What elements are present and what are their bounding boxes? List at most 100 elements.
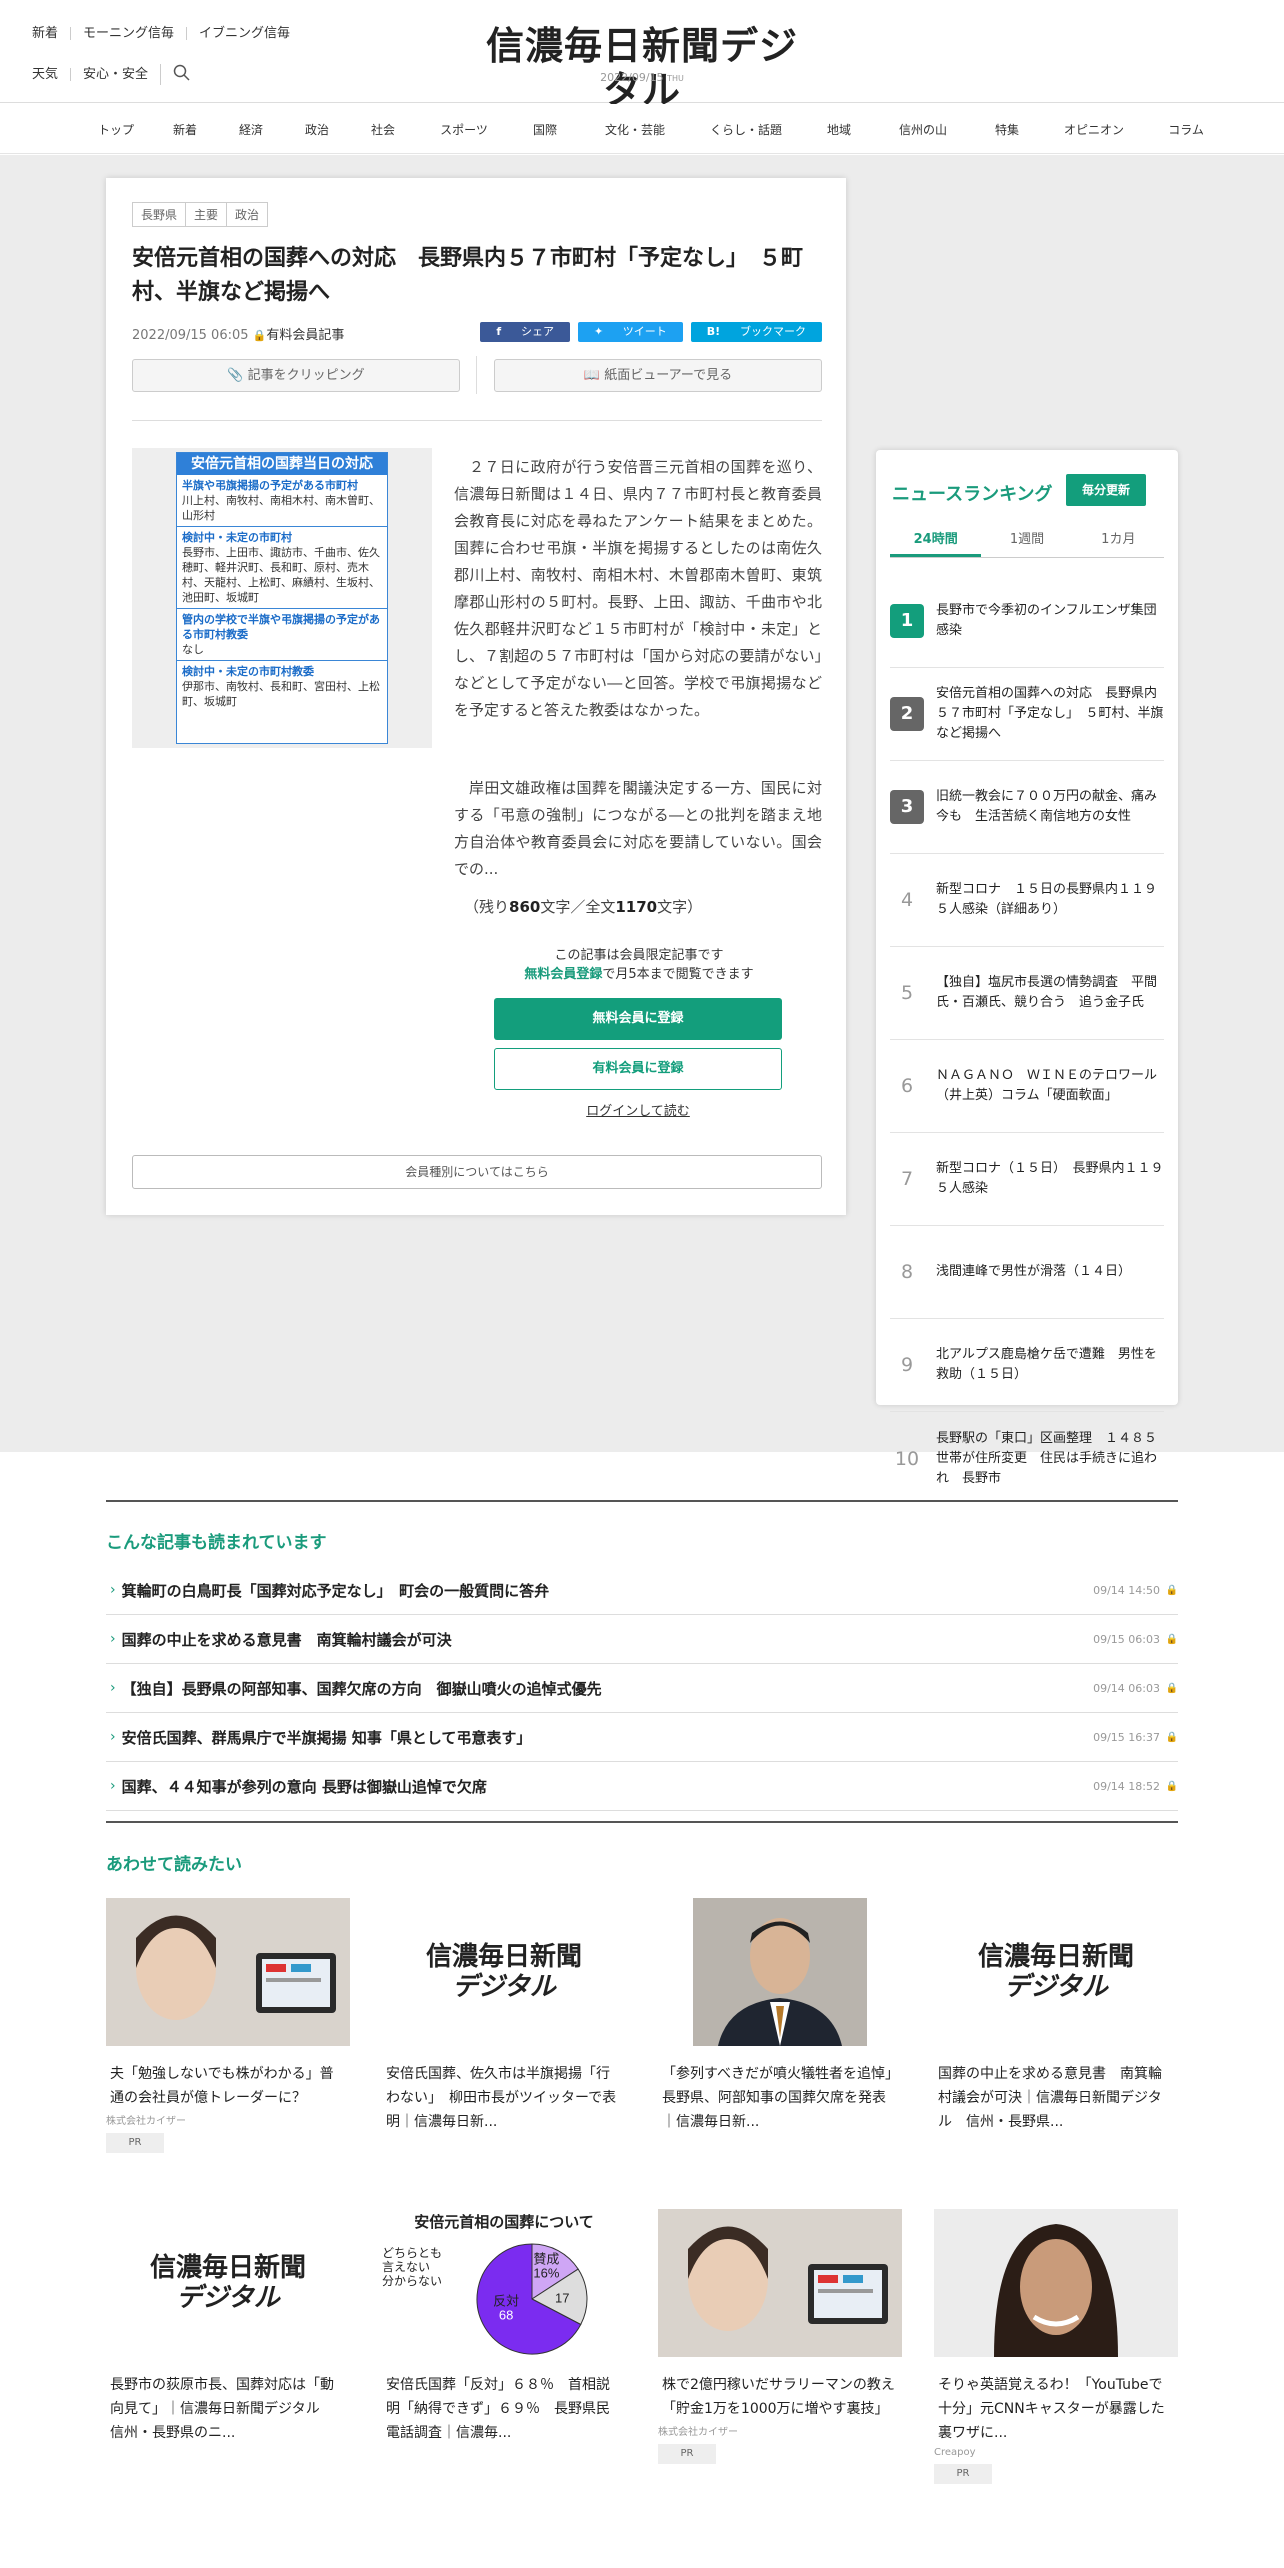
- recommend-card[interactable]: 信濃毎日新聞 デジタル 国葬の中止を求める意見書 南箕輪村議会が可決｜信濃毎日新聞…: [934, 1898, 1178, 2153]
- ranking-item[interactable]: 10 長野駅の「東口」区画整理 １４８５世帯が住所変更 住民は手続きに追われ 長野…: [890, 1412, 1164, 1505]
- pr-badge: PR: [658, 2444, 716, 2464]
- viewer-button[interactable]: 📖 紙面ビューアーで見る: [494, 359, 822, 392]
- ranking-item[interactable]: 8 浅間連峰で男性が滑落（１４日）: [890, 1226, 1164, 1319]
- ranking-item[interactable]: 7 新型コロナ（１５日） 長野県内１１９５人感染: [890, 1133, 1164, 1226]
- woman-phone-image: [106, 1898, 350, 2046]
- free-register-link[interactable]: 無料会員登録: [524, 967, 602, 982]
- ranking-item-title: 安倍元首相の国葬への対応 長野県内５７市町村「予定なし」 ５町村、半旗など掲揚へ: [936, 686, 1164, 741]
- article-tags: 長野県 主要 政治: [132, 202, 269, 227]
- ranking-item-title: 旧統一教会に７００万円の献金、痛み今も 生活苦続く南信地方の女性: [936, 789, 1158, 824]
- nav-item[interactable]: トップ: [98, 121, 134, 138]
- related-item[interactable]: › 国葬の中止を求める意見書 南箕輪村議会が可決 09/15 06:03 🔒: [106, 1615, 1178, 1664]
- pie-value-label: 17: [555, 2291, 569, 2306]
- governor-photo: [658, 1898, 902, 2046]
- nav-item[interactable]: オピニオン: [1064, 121, 1124, 138]
- ranking-item-title: 新型コロナ（１５日） 長野県内１１９５人感染: [936, 1161, 1164, 1196]
- nav-item[interactable]: スポーツ: [440, 121, 488, 138]
- ranking-item[interactable]: 2 安倍元首相の国葬への対応 長野県内５７市町村「予定なし」 ５町村、半旗など掲揚…: [890, 668, 1164, 761]
- nav-item[interactable]: くらし・話題: [710, 121, 782, 138]
- recommend-card-title: 長野市の荻原市長、国葬対応は「動向見て」｜信濃毎日新聞デジタル 信州・長野県のニ…: [110, 2377, 334, 2441]
- recommend-card[interactable]: 夫「勉強しないでも株がわかる」普通の会社員が億トレーダーに？ 株式会社カイザー …: [106, 1898, 350, 2153]
- hatena-bookmark-button[interactable]: B! ブックマーク: [690, 322, 822, 342]
- rank-number: 6: [900, 1075, 914, 1097]
- ranking-item[interactable]: 5 【独自】塩尻市長選の情勢調査 平間氏・百瀬氏、競り合う 追う金子氏: [890, 947, 1164, 1040]
- related-item-title: 箕輪町の白鳥町長「国葬対応予定なし」 町会の一般質問に答弁: [121, 1581, 550, 1600]
- header-link-evening[interactable]: イブニング信毎: [186, 26, 302, 40]
- nav-item[interactable]: 国際: [530, 121, 560, 138]
- nav-item[interactable]: 特集: [992, 121, 1022, 138]
- header-date: 2022/09/15 THU: [600, 71, 684, 84]
- related-item-date: 09/14 14:50: [1093, 1583, 1160, 1597]
- related-item[interactable]: › 安倍氏国葬、群馬県庁で半旗掲揚 知事「県として弔意表す」 09/15 16:37…: [106, 1713, 1178, 1762]
- tag-nagano[interactable]: 長野県: [132, 202, 187, 227]
- recommend-card[interactable]: そりゃ英語覚えるわ！「YouTubeで十分」元CNNキャスターが暴露した裏ワザに…: [934, 2209, 1178, 2484]
- rank-number: 5: [900, 982, 914, 1004]
- rank-number: 2: [890, 697, 924, 731]
- recommend-card[interactable]: 株で2億円稼いだサラリーマンの教え「貯金1万を1000万に増やす裏技」 株式会社…: [658, 2209, 902, 2484]
- member-types-button[interactable]: 会員種別についてはこちら: [132, 1155, 822, 1189]
- lock-icon: 🔒: [1165, 1682, 1178, 1694]
- ranking-title: ニュースランキング: [892, 484, 1053, 505]
- related-item-title: 【独自】長野県の阿部知事、国葬欠席の方向 御嶽山噴火の追悼式優先: [121, 1679, 602, 1698]
- figure-answer: 伊那市、南牧村、長和町、宮田村、上松町、坂城町: [182, 680, 380, 708]
- site-logo[interactable]: 信濃毎日新聞デジタル: [468, 24, 816, 112]
- chevron-right-icon: ›: [110, 1680, 116, 1696]
- header-link-morning[interactable]: モーニング信毎: [70, 26, 186, 40]
- figure-section: 検討中・未定の市町村教委 伊那市、南牧村、長和町、宮田村、上松町、坂城町: [177, 661, 387, 712]
- recommend-card[interactable]: 信濃毎日新聞 デジタル 長野市の荻原市長、国葬対応は「動向見て」｜信濃毎日新聞デジ…: [106, 2209, 350, 2484]
- header-link-weather[interactable]: 天気: [32, 68, 70, 81]
- ranking-item[interactable]: 9 北アルプス鹿島槍ケ岳で遭難 男性を救助（１５日）: [890, 1319, 1164, 1412]
- related-item[interactable]: › 【独自】長野県の阿部知事、国葬欠席の方向 御嶽山噴火の追悼式優先 09/14 0…: [106, 1664, 1178, 1713]
- related-item[interactable]: › 箕輪町の白鳥町長「国葬対応予定なし」 町会の一般質問に答弁 09/14 14:5…: [106, 1566, 1178, 1615]
- divider: [106, 1500, 1178, 1502]
- article-title: 安倍元首相の国葬への対応 長野県内５７市町村「予定なし」 ５町村、半旗など掲揚へ: [132, 246, 804, 305]
- figure-section: 管内の学校で半旗や弔旗掲揚の予定がある市町村教委 なし: [177, 609, 387, 661]
- nav-item[interactable]: 政治: [302, 121, 332, 138]
- twitter-icon: ✦: [594, 325, 607, 338]
- figure-question: 管内の学校で半旗や弔旗掲揚の予定がある市町村教委: [182, 613, 380, 641]
- ranking-item[interactable]: 3 旧統一教会に７００万円の献金、痛み今も 生活苦続く南信地方の女性: [890, 761, 1164, 854]
- news-ranking: ニュースランキング 毎分更新 24時間 1週間 1カ月 1 長野市で今季初のインフ…: [876, 450, 1178, 1486]
- nav-item[interactable]: 社会: [368, 121, 398, 138]
- article-meta: 2022/09/15 06:05 🔒有料会員記事: [132, 324, 344, 343]
- recommend-card[interactable]: 「参列すべきだが噴火犠牲者を追悼」 長野県、阿部知事の国葬欠席を発表｜信濃毎日新…: [658, 1898, 907, 2153]
- tab-month[interactable]: 1カ月: [1073, 530, 1164, 557]
- clip-button[interactable]: 📎 記事をクリッピング: [132, 359, 460, 392]
- nav-item[interactable]: 文化・芸能: [602, 121, 668, 138]
- divider: [132, 420, 822, 421]
- ranking-item[interactable]: 1 長野市で今季初のインフルエンザ集団感染: [890, 575, 1164, 668]
- search-icon[interactable]: [160, 63, 203, 85]
- nav-item[interactable]: コラム: [1166, 121, 1206, 138]
- nav-item[interactable]: 地域: [824, 121, 854, 138]
- article-figure[interactable]: 安倍元首相の国葬当日の対応 半旗や弔旗掲揚の予定がある市町村 川上村、南牧村、南相…: [132, 448, 432, 748]
- tag-main[interactable]: 主要: [185, 202, 228, 227]
- ranking-item[interactable]: 6 ＮＡＧＡＮＯ ＷＩＮＥのテロワール（井上英）コラム「硬面軟面」: [890, 1040, 1164, 1133]
- login-link[interactable]: ログインして読む: [494, 1100, 782, 1119]
- recommend-title: あわせて読みたい: [106, 1855, 242, 1875]
- lock-icon: 🔒: [1165, 1584, 1178, 1596]
- related-item-date: 09/14 06:03: [1093, 1681, 1160, 1695]
- nav-item[interactable]: 経済: [236, 121, 266, 138]
- tab-week[interactable]: 1週間: [981, 530, 1072, 557]
- tag-politics[interactable]: 政治: [226, 202, 269, 227]
- free-member-button[interactable]: 無料会員に登録: [494, 998, 782, 1040]
- header-link-new[interactable]: 新着: [32, 27, 70, 40]
- ranking-item[interactable]: 4 新型コロナ １５日の長野県内１１９５人感染（詳細あり）: [890, 854, 1164, 947]
- recommend-card[interactable]: 安倍元首相の国葬について 賛成 16% 17 反対 68 どちらとも言えない分からない …: [382, 2209, 626, 2484]
- recommend-card[interactable]: 信濃毎日新聞 デジタル 安倍氏国葬、佐久市は半旗掲揚「行わない」 柳田市長がツイッ…: [382, 1898, 626, 2153]
- chevron-right-icon: ›: [110, 1729, 116, 1745]
- recommend-card-title: 「参列すべきだが噴火犠牲者を追悼」 長野県、阿部知事の国葬欠席を発表｜信濃毎日新…: [662, 2066, 907, 2130]
- figure-section: 半旗や弔旗掲揚の予定がある市町村 川上村、南牧村、南相木村、南木曽町、山形村: [177, 475, 387, 527]
- nav-item[interactable]: 信州の山: [896, 121, 950, 138]
- related-item[interactable]: › 国葬、４４知事が参列の意向 長野は御嶽山追悼で欠席 09/14 18:52 🔒: [106, 1762, 1178, 1811]
- paid-member-button[interactable]: 有料会員に登録: [494, 1048, 782, 1090]
- header-link-safety[interactable]: 安心・安全: [70, 67, 160, 81]
- nav-item[interactable]: 新着: [170, 121, 200, 138]
- tab-24h[interactable]: 24時間: [890, 530, 982, 557]
- facebook-share-button[interactable]: f シェア: [480, 322, 571, 342]
- pie-value-label: 16%: [533, 2265, 559, 2280]
- header-links: 新着 モーニング信毎 イブニング信毎 天気 安心・安全: [32, 22, 302, 104]
- twitter-share-button[interactable]: ✦ ツイート: [578, 322, 683, 342]
- figure-question: 半旗や弔旗掲揚の予定がある市町村: [182, 479, 358, 492]
- remaining-chars: （残り860文字／全文1170文字）: [464, 898, 703, 916]
